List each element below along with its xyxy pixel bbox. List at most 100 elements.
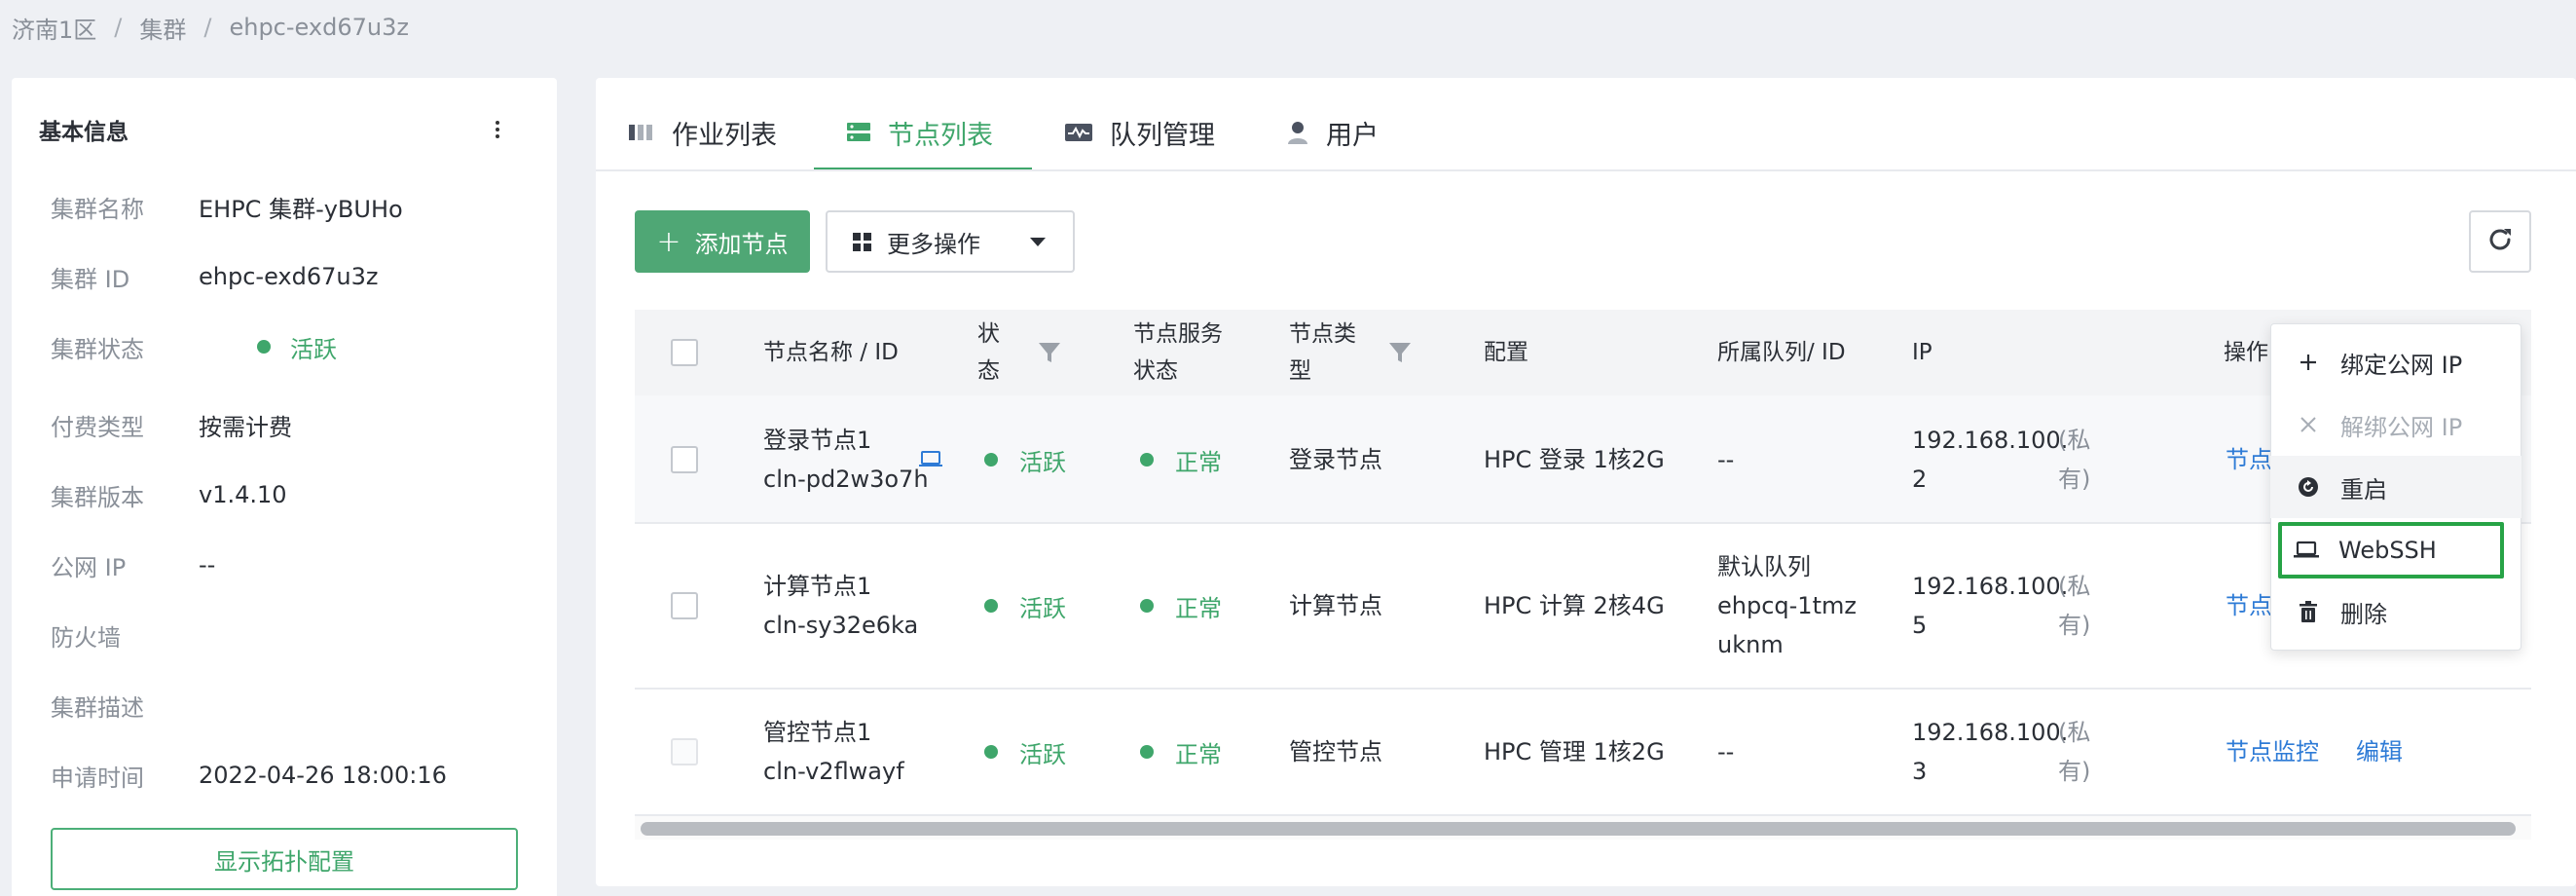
ip-tag: (私 bbox=[2058, 573, 2091, 600]
status-dot-icon bbox=[984, 599, 998, 613]
column-header-type-line2: 型 bbox=[1289, 358, 1311, 384]
node-type: 计算节点 bbox=[1289, 592, 1382, 619]
tab-label: 队列管理 bbox=[1110, 120, 1215, 151]
caret-down-icon bbox=[1030, 238, 1046, 246]
info-value: -- bbox=[199, 551, 216, 579]
column-header-status-line1: 状 bbox=[977, 321, 1000, 347]
status-text: 活跃 bbox=[1019, 740, 1066, 768]
status-dot-icon bbox=[984, 453, 998, 467]
more-options-icon[interactable] bbox=[491, 115, 504, 144]
node-ip: 192.168.100. bbox=[1912, 719, 2069, 746]
breadcrumb-separator: / bbox=[203, 14, 212, 41]
status-dot-icon bbox=[1140, 599, 1154, 613]
node-name: 管控节点1 bbox=[763, 719, 872, 746]
tabs-divider bbox=[596, 169, 2576, 171]
status-badge: 活跃 bbox=[199, 330, 337, 364]
tab-label: 用户 bbox=[1326, 120, 1379, 151]
menu-item-label: WebSSH bbox=[2338, 537, 2437, 564]
laptop-icon bbox=[2292, 541, 2321, 560]
add-node-button[interactable]: + 添加节点 bbox=[635, 210, 810, 273]
info-row-cluster-name: 集群名称 EHPC 集群-yBUHo bbox=[51, 187, 403, 226]
info-label: 集群 ID bbox=[51, 265, 130, 293]
info-row-firewall: 防火墙 bbox=[51, 616, 199, 654]
column-header-ip: IP bbox=[1912, 340, 1932, 365]
info-label: 付费类型 bbox=[51, 413, 144, 441]
info-value: EHPC 集群-yBUHo bbox=[199, 195, 403, 223]
grid-icon bbox=[853, 232, 871, 251]
node-queue: 默认队列 bbox=[1717, 553, 1811, 580]
basic-info-title: 基本信息 bbox=[39, 120, 129, 145]
node-ip-cont: 2 bbox=[1912, 466, 1928, 493]
node-ip: 192.168.100. bbox=[1912, 427, 2069, 454]
node-type: 登录节点 bbox=[1289, 446, 1382, 473]
tab-users[interactable]: 用户 bbox=[1287, 93, 1379, 171]
breadcrumb-clusters[interactable]: 集群 bbox=[139, 11, 186, 45]
ip-tag-cont: 有) bbox=[2058, 758, 2091, 785]
info-label: 公网 IP bbox=[51, 553, 127, 581]
info-row-cluster-id: 集群 ID ehpc-exd67u3z bbox=[51, 257, 378, 296]
scrollbar-thumb[interactable] bbox=[641, 822, 2516, 836]
add-node-label: 添加节点 bbox=[694, 230, 789, 258]
node-id: cln-pd2w3o7h bbox=[763, 466, 929, 493]
status-text: 活跃 bbox=[1019, 448, 1066, 476]
select-all-checkbox[interactable] bbox=[671, 339, 698, 366]
status-dot-icon bbox=[257, 340, 271, 354]
more-actions-label: 更多操作 bbox=[887, 230, 980, 258]
node-type: 管控节点 bbox=[1289, 738, 1382, 765]
refresh-button[interactable] bbox=[2469, 210, 2531, 273]
tab-queues[interactable]: 队列管理 bbox=[1065, 93, 1215, 171]
menu-item-label: 重启 bbox=[2340, 475, 2387, 504]
status-dot-icon bbox=[984, 745, 998, 759]
status-filter-icon[interactable] bbox=[1038, 341, 1061, 368]
tab-jobs[interactable]: 作业列表 bbox=[629, 93, 777, 171]
node-ip-cont: 5 bbox=[1912, 612, 1928, 639]
node-config: HPC 管理 1核2G bbox=[1484, 738, 1665, 765]
menu-item-delete[interactable]: 删除 bbox=[2270, 580, 2521, 643]
node-queue-id-cont: uknm bbox=[1717, 631, 1784, 658]
column-header-config: 配置 bbox=[1484, 340, 1528, 365]
row-checkbox[interactable] bbox=[671, 592, 698, 619]
node-ip: 192.168.100. bbox=[1912, 573, 2069, 600]
service-status: 正常 bbox=[1140, 586, 1222, 625]
menu-item-bind-public-ip[interactable]: 绑定公网 IP bbox=[2270, 331, 2521, 393]
row-divider bbox=[635, 688, 2531, 690]
more-actions-dropdown[interactable]: 更多操作 bbox=[826, 210, 1075, 273]
node-status: 活跃 bbox=[984, 440, 1066, 479]
row-checkbox[interactable] bbox=[671, 446, 698, 473]
menu-item-webssh[interactable]: WebSSH bbox=[2278, 522, 2504, 579]
menu-item-label: 绑定公网 IP bbox=[2340, 351, 2463, 379]
laptop-icon[interactable] bbox=[919, 450, 942, 473]
status-text: 正常 bbox=[1175, 448, 1222, 476]
breadcrumb-current: ehpc-exd67u3z bbox=[229, 14, 409, 41]
breadcrumb-region[interactable]: 济南1区 bbox=[12, 11, 96, 45]
tab-label: 作业列表 bbox=[672, 120, 777, 151]
menu-item-label: 解绑公网 IP bbox=[2340, 413, 2463, 441]
info-label: 集群版本 bbox=[51, 483, 144, 511]
info-row-public-ip: 公网 IP -- bbox=[51, 545, 215, 584]
node-name: 计算节点1 bbox=[763, 573, 872, 600]
info-value: 2022-04-26 18:00:16 bbox=[199, 762, 447, 789]
node-name: 登录节点1 bbox=[763, 427, 872, 454]
column-header-queue: 所属队列/ ID bbox=[1717, 340, 1846, 365]
status-text: 正常 bbox=[1175, 594, 1222, 622]
info-value: ehpc-exd67u3z bbox=[199, 263, 379, 290]
service-status: 正常 bbox=[1140, 732, 1222, 771]
info-row-cluster-status: 集群状态 活跃 bbox=[51, 327, 337, 366]
restart-icon bbox=[2294, 476, 2323, 498]
info-value: v1.4.10 bbox=[199, 481, 287, 508]
menu-item-restart[interactable]: 重启 bbox=[2270, 456, 2521, 518]
tab-nodes[interactable]: 节点列表 bbox=[847, 93, 993, 171]
node-monitor-link[interactable]: 节点监控 bbox=[2226, 732, 2319, 771]
info-row-description: 集群描述 bbox=[51, 686, 199, 725]
type-filter-icon[interactable] bbox=[1388, 341, 1412, 368]
node-config: HPC 登录 1核2G bbox=[1484, 446, 1665, 473]
menu-item-unbind-public-ip: 解绑公网 IP bbox=[2270, 393, 2521, 456]
activity-icon bbox=[1065, 123, 1092, 142]
ip-tag: (私 bbox=[2058, 719, 2091, 746]
show-topology-button[interactable]: 显示拓扑配置 bbox=[51, 828, 518, 890]
row-checkbox bbox=[671, 738, 698, 765]
info-label: 集群状态 bbox=[51, 335, 144, 363]
column-header-service-line1: 节点服务 bbox=[1133, 321, 1223, 347]
edit-link[interactable]: 编辑 bbox=[2356, 732, 2403, 771]
ip-tag-cont: 有) bbox=[2058, 612, 2091, 639]
